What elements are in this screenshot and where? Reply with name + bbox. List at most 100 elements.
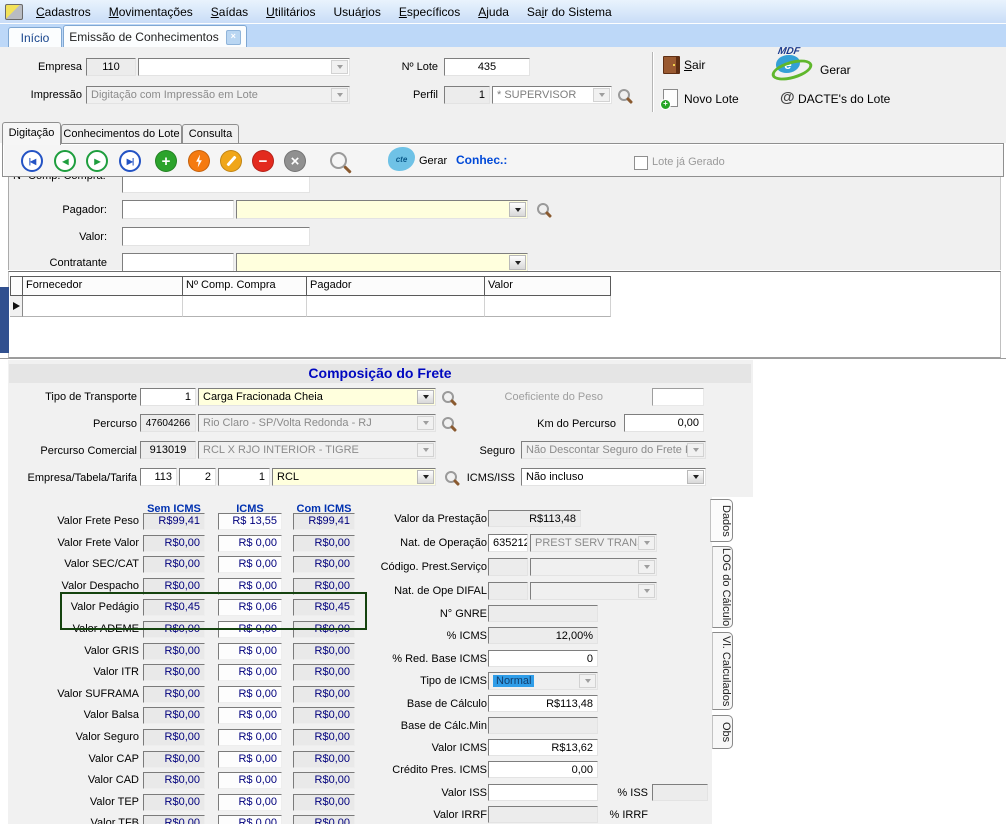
red-base-icms-field[interactable]: 0: [488, 650, 598, 667]
freight-value-icms-icms[interactable]: R$ 0,00: [218, 556, 282, 573]
base-calculo-field[interactable]: R$113,48: [488, 695, 598, 712]
menu-item-movimentacoes[interactable]: Movimentações: [100, 5, 202, 19]
lote-field[interactable]: 435: [444, 58, 530, 76]
tipo-transporte-code[interactable]: 1: [140, 388, 196, 406]
chevron-down-icon[interactable]: [687, 470, 704, 484]
freight-value-sem-icms[interactable]: R$0,00: [143, 621, 205, 638]
chevron-down-icon[interactable]: [509, 202, 526, 217]
last-record-button[interactable]: ▶|: [119, 150, 141, 172]
menu-item-utilitarios[interactable]: Utilitários: [257, 5, 324, 19]
dacte-do-lote-button[interactable]: DACTE's do Lote: [798, 92, 890, 106]
freight-value-icms-icms[interactable]: R$ 0,00: [218, 686, 282, 703]
freight-value-sem-icms[interactable]: R$0,00: [143, 686, 205, 703]
lote-ja-gerado-checkbox[interactable]: [634, 156, 648, 170]
mdfe-gerar-button[interactable]: Gerar: [820, 63, 851, 77]
grid-cell[interactable]: [307, 296, 485, 317]
freight-value-icms-icms[interactable]: R$ 0,00: [218, 578, 282, 595]
freight-value-icms-icms[interactable]: R$ 0,00: [218, 535, 282, 552]
freight-value-icms-icms[interactable]: R$ 0,06: [218, 599, 282, 616]
cancel-record-button[interactable]: ×: [284, 150, 306, 172]
freight-value-sem-icms[interactable]: R$0,00: [143, 751, 205, 768]
freight-value-sem-icms[interactable]: R$0,00: [143, 772, 205, 789]
valor-iss-field[interactable]: [488, 784, 598, 801]
tipo-transporte-search-icon[interactable]: [442, 391, 454, 403]
tarifa-search-icon[interactable]: [445, 471, 457, 483]
freight-value-sem-icms[interactable]: R$0,00: [143, 643, 205, 660]
tipo-transporte-combo[interactable]: Carga Fracionada Cheia: [198, 388, 436, 406]
nat-operacao-code[interactable]: 635212: [488, 534, 528, 552]
tab-emissao-de-conhecimentos[interactable]: Emissão de Conhecimentos ×: [63, 25, 247, 48]
next-record-button[interactable]: ▶: [86, 150, 108, 172]
menu-item-sair-do-sistema[interactable]: Sair do Sistema: [518, 5, 621, 19]
tab-consulta[interactable]: Consulta: [182, 124, 239, 144]
grid-col-pagador[interactable]: Pagador: [307, 276, 485, 296]
pagador-combo[interactable]: [236, 200, 528, 219]
freight-value-com-icms[interactable]: R$0,00: [293, 643, 355, 660]
menu-item-saidas[interactable]: Saídas: [202, 5, 257, 19]
edit-record-button[interactable]: [220, 150, 242, 172]
freight-value-com-icms[interactable]: R$0,00: [293, 535, 355, 552]
side-tab-obs[interactable]: Obs: [712, 715, 733, 749]
freight-value-sem-icms[interactable]: R$0,00: [143, 794, 205, 811]
perfil-search-icon[interactable]: [618, 89, 630, 101]
grid-cell[interactable]: [183, 296, 307, 317]
freight-value-icms-icms[interactable]: R$ 0,00: [218, 729, 282, 746]
chevron-down-icon[interactable]: [417, 470, 434, 484]
km-percurso-field[interactable]: 0,00: [624, 414, 704, 432]
freight-value-sem-icms[interactable]: R$0,00: [143, 729, 205, 746]
tarifa-empresa-field[interactable]: 113: [140, 468, 177, 486]
novo-lote-button[interactable]: Novo Lote: [684, 92, 739, 106]
tab-digitacao[interactable]: Digitação: [2, 122, 61, 145]
freight-value-sem-icms[interactable]: R$0,00: [143, 578, 205, 595]
freight-value-com-icms[interactable]: R$0,00: [293, 794, 355, 811]
side-tab-dados[interactable]: Dados: [710, 499, 733, 542]
freight-value-sem-icms[interactable]: R$0,00: [143, 707, 205, 724]
freight-value-com-icms[interactable]: R$0,00: [293, 578, 355, 595]
grid-cell[interactable]: [485, 296, 611, 317]
freight-value-com-icms[interactable]: R$0,45: [293, 599, 355, 616]
freight-value-icms-icms[interactable]: R$ 0,00: [218, 794, 282, 811]
menu-item-usuarios[interactable]: Usuários: [324, 5, 389, 19]
menu-item-especificos[interactable]: Específicos: [390, 5, 469, 19]
credito-pres-icms-field[interactable]: 0,00: [488, 761, 598, 778]
contratante-code-input[interactable]: [122, 253, 234, 272]
perfil-combo[interactable]: * SUPERVISOR: [492, 86, 612, 104]
delete-record-button[interactable]: −: [252, 150, 274, 172]
freight-value-com-icms[interactable]: R$0,00: [293, 707, 355, 724]
freight-value-sem-icms[interactable]: R$0,00: [143, 535, 205, 552]
valor-icms-field[interactable]: R$13,62: [488, 739, 598, 756]
icms-iss-combo[interactable]: Não incluso: [521, 468, 706, 486]
contratante-combo[interactable]: [236, 253, 528, 272]
freight-value-sem-icms[interactable]: R$0,00: [143, 556, 205, 573]
freight-value-com-icms[interactable]: R$0,00: [293, 556, 355, 573]
freight-value-com-icms[interactable]: R$0,00: [293, 729, 355, 746]
sair-button[interactable]: Sair: [684, 58, 705, 72]
freight-value-sem-icms[interactable]: R$0,00: [143, 815, 205, 824]
freight-value-com-icms[interactable]: R$0,00: [293, 815, 355, 824]
dacte-at-icon[interactable]: @: [780, 89, 795, 106]
freight-value-com-icms[interactable]: R$0,00: [293, 664, 355, 681]
pagador-search-icon[interactable]: [537, 203, 549, 215]
freight-value-com-icms[interactable]: R$99,41: [293, 513, 355, 530]
freight-value-icms-icms[interactable]: R$ 0,00: [218, 815, 282, 824]
pagador-code-input[interactable]: [122, 200, 234, 219]
percurso-search-icon[interactable]: [442, 417, 454, 429]
freight-value-com-icms[interactable]: R$0,00: [293, 751, 355, 768]
freight-value-sem-icms[interactable]: R$0,45: [143, 599, 205, 616]
tipo-icms-combo[interactable]: Normal: [488, 672, 598, 690]
tarifa-combo[interactable]: RCL: [272, 468, 436, 486]
freight-value-icms-icms[interactable]: R$ 0,00: [218, 751, 282, 768]
tab-inicio[interactable]: Início: [8, 27, 62, 48]
exit-door-icon[interactable]: [663, 56, 680, 74]
freight-value-com-icms[interactable]: R$0,00: [293, 772, 355, 789]
chevron-down-icon[interactable]: [417, 390, 434, 404]
grid-col-valor[interactable]: Valor: [485, 276, 611, 296]
side-tab-log-do-calculo[interactable]: LOG do Cálculo: [712, 546, 733, 628]
freight-value-icms-icms[interactable]: R$ 0,00: [218, 664, 282, 681]
menu-item-cadastros[interactable]: Cadastros: [27, 5, 100, 19]
chevron-down-icon[interactable]: [509, 255, 526, 270]
mdfe-icon[interactable]: MDF e: [772, 46, 816, 78]
valor-input[interactable]: [122, 227, 310, 246]
first-record-button[interactable]: |◀: [21, 150, 43, 172]
close-tab-icon[interactable]: ×: [226, 30, 241, 45]
